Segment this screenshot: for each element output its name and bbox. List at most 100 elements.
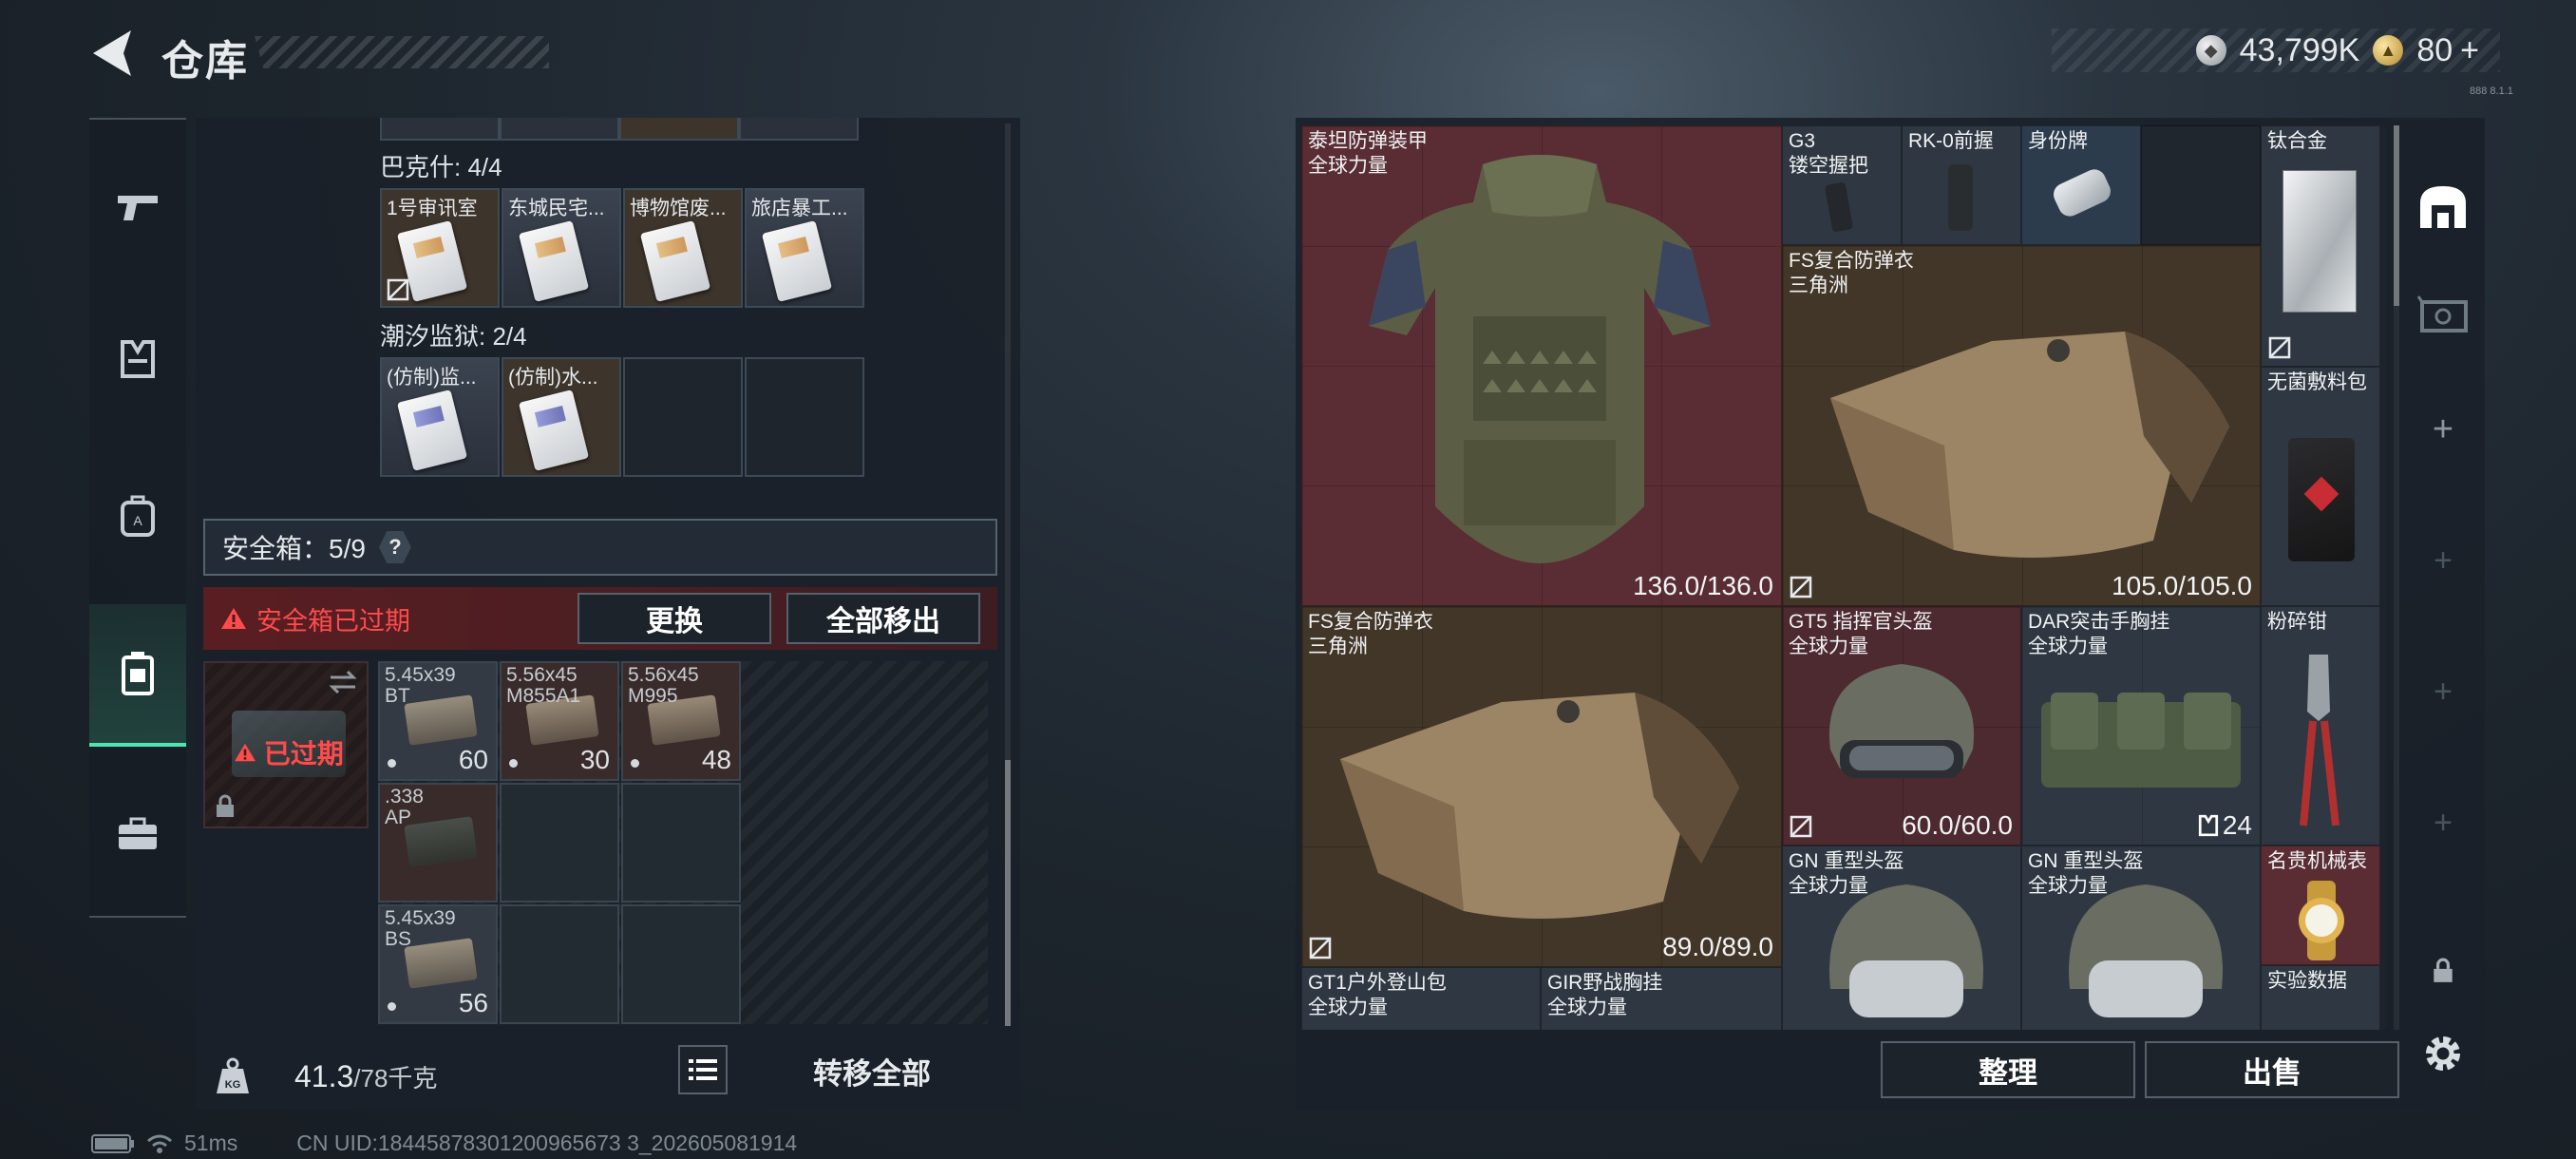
stash-scroll-thumb[interactable] [2394,125,2399,306]
add-tab-button[interactable]: + [2413,663,2473,720]
ammo-slot[interactable]: 5.45x39 BS 56 [378,904,498,1024]
rail-weapons[interactable] [89,158,186,256]
add-tab-button[interactable]: + [2413,532,2473,589]
hafbuck-coin-icon: ◆ [2195,35,2226,66]
settings-button[interactable] [2413,1018,2473,1089]
item-name: GT5 指挥官头盔 全球力量 [1789,611,1933,657]
item-fs-composite-vest[interactable]: FS复合防弹衣 三角洲 105.0/105.0 [1782,245,2261,606]
no-drop-icon [387,278,409,301]
empty-slot[interactable] [621,783,741,902]
key-name: (仿制)监... [387,367,477,389]
ammo-slot[interactable]: 5.45x39 BT 60 [378,661,498,781]
item-name: FS复合防弹衣 三角洲 [1308,611,1433,657]
item-dar-chest-rig[interactable]: DAR突击手胸挂 全球力量 24 [2021,606,2261,846]
item-gn-heavy-helmet[interactable]: GN 重型头盔 全球力量 [1782,846,2021,1030]
item-rk0-foregrip[interactable]: RK-0前握 [1902,125,2021,245]
group-label-tidal-prison: 潮汐监狱: 2/4 [380,322,527,351]
key-name: 东城民宅... [508,198,605,219]
ammo-slot[interactable]: 5.56x45 M855A1 30 [500,661,619,781]
help-icon[interactable]: ? [378,531,411,563]
key-slot[interactable]: 东城民宅... [502,188,621,308]
rail-safebox[interactable] [89,604,186,747]
vest-icon [121,340,155,378]
key-slot[interactable]: 博物馆废... [623,188,743,308]
item-gt5-helmet[interactable]: GT5 指挥官头盔 全球力量 60.0/60.0 [1782,606,2021,846]
keycard-group-bakhsh: 1号审讯室 东城民宅... 博物馆废... 旅店暴工... [380,188,864,310]
item-titan-armor[interactable]: 泰坦防弹装甲 全球力量 136.0/136.0 [1301,125,1782,606]
rail-backpacks[interactable]: A [89,467,186,566]
item-g3-grip[interactable]: G3 镂空握把 [1782,125,1902,245]
add-tab-button[interactable]: + [2413,401,2473,458]
stash-tab-rail: + + + + [2413,125,2473,1113]
svg-text:KG: KG [225,1079,241,1091]
replace-button[interactable]: 更换 [578,593,771,644]
key-slot[interactable]: 1号审讯室 [380,188,500,308]
gun-icon [118,196,158,220]
stash-tab-main[interactable] [2413,163,2473,249]
watch-image [2299,881,2344,960]
foregrip-image [1948,164,1973,231]
item-name: RK-0前握 [1908,130,1994,152]
item-name: 名贵机械表 [2267,850,2367,872]
item-name: 粉碎钳 [2267,611,2327,633]
item-name: DAR突击手胸挂 全球力量 [2028,611,2170,657]
empty-slot[interactable] [500,904,619,1024]
safebox-grid: 5.45x39 BT 60 5.56x45 M855A1 30 5.56x45 … [378,661,988,1024]
item-gir-chest-rig[interactable]: GIR野战胸挂 全球力量 [1541,967,1782,1030]
ammo-slot[interactable]: 5.56x45 M995 48 [621,661,741,781]
sort-button[interactable]: 整理 [1881,1041,2135,1098]
rail-vests[interactable] [89,310,186,408]
item-gt1-backpack[interactable]: GT1户外登山包 全球力量 [1301,967,1541,1030]
empty-slot[interactable] [2141,125,2261,245]
item-experiment-data[interactable]: 实验数据 [2261,965,2380,1030]
stash-tab-secondary[interactable] [2413,277,2473,353]
uid-text: CN UID:18445878301200965673 3_2026050819… [296,1130,798,1155]
no-drop-icon [1309,937,1332,960]
rail-misc[interactable] [89,785,186,884]
capacity-value: 24 [2222,810,2252,840]
move-all-out-button[interactable]: 全部移出 [786,593,980,644]
item-fs-composite-vest[interactable]: FS复合防弹衣 三角洲 89.0/89.0 [1301,606,1782,967]
safebox-slot[interactable]: 已过期 [203,661,369,828]
item-luxury-watch[interactable]: 名贵机械表 [2261,846,2380,965]
vest-icon [2198,814,2218,837]
item-titanium-alloy[interactable]: 钛合金 [2261,125,2380,367]
ammo-slot[interactable]: .338 AP [378,783,498,902]
empty-slot[interactable] [623,357,743,477]
backpack-icon: A [121,495,155,537]
keycard-image [396,390,468,471]
no-drop-icon [1790,815,1812,838]
sell-button[interactable]: 出售 [2145,1041,2399,1098]
empty-slot[interactable] [745,357,864,477]
item-durability: 136.0/136.0 [1633,571,1773,600]
ammo-name: 5.56x45 M995 [628,664,699,707]
keycard-image [518,390,590,471]
version-text: 888 8.1.1 [2470,86,2513,97]
add-tab-button[interactable]: + [2413,794,2473,851]
gear-icon [2426,1036,2460,1071]
key-slot[interactable]: 旅店暴工... [745,188,864,308]
topup-button[interactable]: + [2460,32,2479,69]
key-slot[interactable]: (仿制)水... [502,357,621,477]
vest-image [1830,332,2229,558]
item-sterile-dressing[interactable]: 无菌敷料包 [2261,367,2380,606]
item-dog-tag[interactable]: 身份牌 [2021,125,2141,245]
left-scroll-thumb[interactable] [1005,760,1011,1026]
transfer-all-button[interactable]: 转移全部 [747,1043,997,1098]
item-crusher-pliers[interactable]: 粉碎钳 [2261,606,2380,846]
weight-max: /78千克 [353,1063,438,1092]
back-button[interactable] [87,27,135,80]
locked-tab[interactable] [2413,942,2473,999]
list-view-button[interactable] [678,1045,728,1094]
empty-slot[interactable] [500,783,619,902]
key-slot[interactable]: (仿制)监... [380,357,500,477]
no-drop-icon [2268,336,2291,359]
page-title: 仓库 [161,38,249,85]
warning-icon [221,608,246,629]
empty-slot[interactable] [621,904,741,1024]
item-name: 无菌敷料包 [2267,371,2367,393]
item-gn-heavy-helmet[interactable]: GN 重型头盔 全球力量 [2021,846,2261,1030]
group-label-bakhsh: 巴克什: 4/4 [380,153,502,181]
key-name: 旅店暴工... [751,198,848,219]
ping-text: 51ms [184,1130,238,1155]
